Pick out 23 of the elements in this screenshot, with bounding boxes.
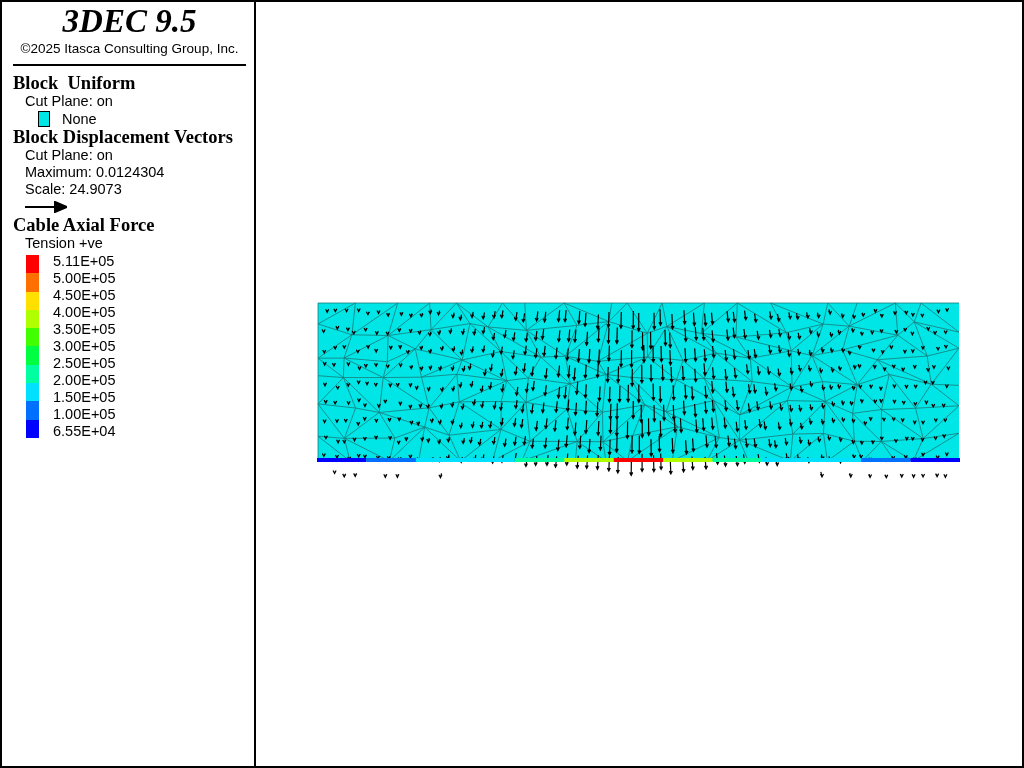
legend-text: Scale: 24.9073: [24, 181, 123, 198]
scale-label: 2.00E+05: [53, 372, 116, 389]
scale-label: 4.50E+05: [53, 287, 116, 304]
scale-label: 1.00E+05: [53, 406, 116, 423]
scale-label: 3.50E+05: [53, 321, 116, 338]
legend-heading: Cable Axial Force: [13, 215, 156, 235]
swatch-label: None: [62, 110, 97, 127]
legend-text: Maximum: 0.0124304: [24, 164, 166, 181]
legend-text: Cut Plane: on: [24, 147, 114, 164]
scale-label: 1.50E+05: [53, 389, 116, 406]
scale-arrow-icon: [25, 201, 67, 213]
legend-heading: Block Displacement Vectors: [13, 127, 234, 147]
scale-label: 4.00E+05: [53, 304, 116, 321]
app-title: 3DEC 9.5: [61, 4, 198, 38]
scale-label: 5.00E+05: [53, 270, 116, 287]
legend-text: Cut Plane: on: [24, 93, 114, 110]
copyright-text: ©2025 Itasca Consulting Group, Inc.: [19, 41, 240, 56]
legend-heading: Block Uniform: [13, 73, 137, 93]
scale-label: 3.00E+05: [53, 338, 116, 355]
scale-label: 6.55E+04: [53, 423, 116, 440]
legend-text: Tension +ve: [24, 235, 104, 252]
scale-label: 2.50E+05: [53, 355, 116, 372]
scale-label: 5.11E+05: [53, 253, 116, 270]
